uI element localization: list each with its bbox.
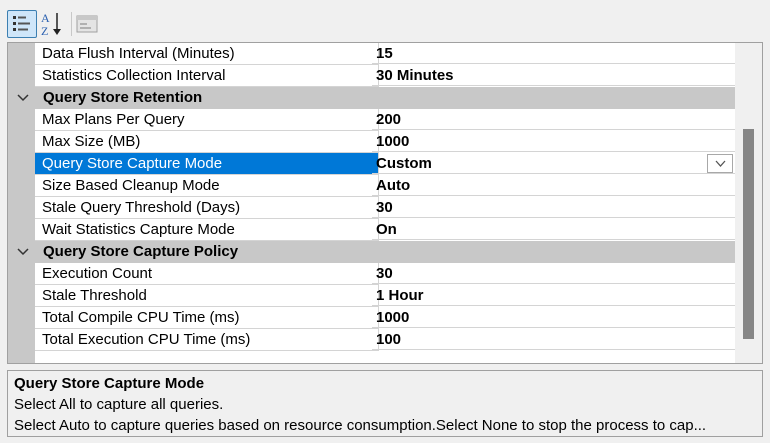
category-label: Query Store Capture Policy <box>43 243 239 260</box>
category-row[interactable]: Query Store Retention <box>8 87 735 109</box>
svg-text:A: A <box>41 11 50 25</box>
chevron-down-icon[interactable] <box>17 93 29 103</box>
property-value[interactable]: Custom <box>372 153 735 174</box>
property-pages-icon <box>76 15 98 33</box>
categorized-icon <box>13 16 30 31</box>
property-name[interactable]: Data Flush Interval (Minutes) <box>35 43 379 65</box>
svg-text:Z: Z <box>41 24 48 38</box>
property-value-text: On <box>376 221 397 238</box>
property-value[interactable]: 1000 <box>372 131 735 152</box>
property-name[interactable]: Max Plans Per Query <box>35 109 379 131</box>
property-value[interactable]: 30 Minutes <box>372 65 735 86</box>
property-row[interactable]: Total Execution CPU Time (ms) 100 <box>8 329 735 351</box>
property-value[interactable]: 1000 <box>372 307 735 328</box>
property-name[interactable]: Statistics Collection Interval <box>35 65 379 87</box>
property-name[interactable]: Total Execution CPU Time (ms) <box>35 329 379 351</box>
property-value[interactable]: 200 <box>372 109 735 130</box>
property-value[interactable]: 30 <box>372 263 735 284</box>
property-row[interactable]: Stale Threshold 1 Hour <box>8 285 735 307</box>
description-line: Select All to capture all queries. <box>14 396 224 413</box>
property-name[interactable]: Max Size (MB) <box>35 131 379 153</box>
property-row[interactable]: Execution Count 30 <box>8 263 735 285</box>
property-value[interactable]: Auto <box>372 175 735 196</box>
property-row[interactable]: Stale Query Threshold (Days) 30 <box>8 197 735 219</box>
property-row[interactable]: Statistics Collection Interval 30 Minutes <box>8 65 735 87</box>
scrollbar-thumb[interactable] <box>743 129 754 339</box>
property-value-text: Custom <box>376 155 432 172</box>
property-value-text: 30 Minutes <box>376 67 454 84</box>
description-panel: Query Store Capture Mode Select All to c… <box>7 370 763 437</box>
property-value[interactable]: 15 <box>372 43 735 64</box>
property-name[interactable]: Query Store Capture Mode <box>35 153 379 175</box>
property-name[interactable]: Size Based Cleanup Mode <box>35 175 379 197</box>
property-row[interactable]: Data Flush Interval (Minutes) 15 <box>8 43 735 65</box>
property-value-text: 1000 <box>376 309 410 326</box>
category-row[interactable]: Query Store Capture Policy <box>8 241 735 263</box>
categorized-view-button[interactable] <box>7 10 37 38</box>
property-row[interactable]: Max Plans Per Query 200 <box>8 109 735 131</box>
chevron-down-icon[interactable] <box>17 247 29 257</box>
alphabetical-az-icon: A Z <box>41 11 61 38</box>
property-pages-button[interactable] <box>74 10 102 38</box>
chevron-down-icon <box>715 160 726 167</box>
toolbar: A Z <box>0 0 770 42</box>
property-value-text: 100 <box>376 331 402 348</box>
property-grid: Data Flush Interval (Minutes) 15 Statistic… <box>7 42 763 364</box>
property-value-text: 15 <box>376 45 393 62</box>
property-row[interactable]: Size Based Cleanup Mode Auto <box>8 175 735 197</box>
property-value-text: 1 Hour <box>376 287 424 304</box>
property-rows: Data Flush Interval (Minutes) 15 Statistic… <box>8 43 735 351</box>
category-label: Query Store Retention <box>43 89 203 106</box>
property-value[interactable]: On <box>372 219 735 240</box>
description-title: Query Store Capture Mode <box>14 375 205 392</box>
property-row[interactable]: Total Compile CPU Time (ms) 1000 <box>8 307 735 329</box>
property-value-text: Auto <box>376 177 411 194</box>
property-value-text: 200 <box>376 111 402 128</box>
property-value-text: 1000 <box>376 133 410 150</box>
vertical-scrollbar[interactable] <box>735 43 762 363</box>
dropdown-button[interactable] <box>707 154 733 173</box>
property-value-text: 30 <box>376 199 393 216</box>
property-value[interactable]: 100 <box>372 329 735 350</box>
property-row[interactable]: Query Store Capture Mode Custom <box>8 153 735 175</box>
description-line: Select Auto to capture queries based on … <box>14 417 707 434</box>
toolbar-separator <box>71 12 72 36</box>
property-value-text: 30 <box>376 265 393 282</box>
property-value[interactable]: 30 <box>372 197 735 218</box>
property-name[interactable]: Stale Query Threshold (Days) <box>35 197 379 219</box>
alphabetical-sort-button[interactable]: A Z <box>39 10 69 38</box>
property-row[interactable]: Max Size (MB) 1000 <box>8 131 735 153</box>
property-value[interactable]: 1 Hour <box>372 285 735 306</box>
property-name[interactable]: Execution Count <box>35 263 379 285</box>
property-name[interactable]: Total Compile CPU Time (ms) <box>35 307 379 329</box>
property-name[interactable]: Stale Threshold <box>35 285 379 307</box>
property-row[interactable]: Wait Statistics Capture Mode On <box>8 219 735 241</box>
property-name[interactable]: Wait Statistics Capture Mode <box>35 219 379 241</box>
